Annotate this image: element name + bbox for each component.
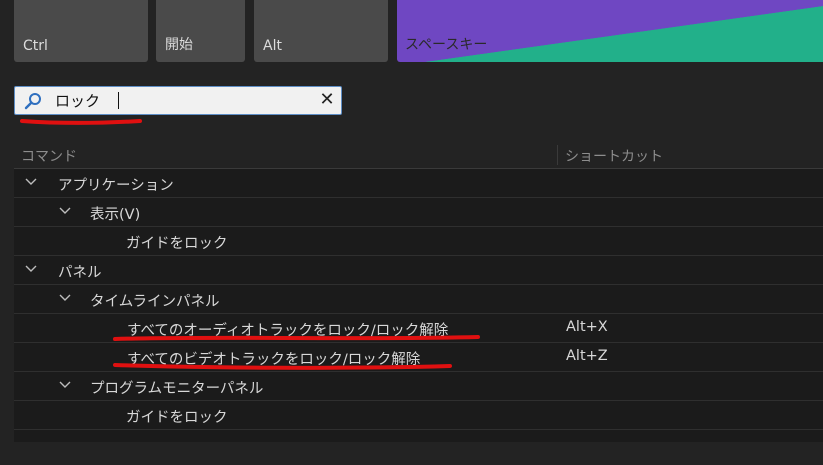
key-alt[interactable]: Alt xyxy=(254,0,388,62)
search-box[interactable]: ✕ xyxy=(14,86,342,115)
keyboard-keys: Ctrl 開始 Alt スペースキー xyxy=(0,0,823,64)
shortcut-value[interactable]: Alt+Z xyxy=(566,348,608,364)
table-row xyxy=(14,430,823,442)
tree-item-label: 表示(V) xyxy=(90,207,141,223)
key-label: スペースキー xyxy=(405,37,488,53)
key-label: 開始 xyxy=(165,37,193,53)
command-label: ガイドをロック xyxy=(126,410,228,426)
chevron-down-icon[interactable] xyxy=(24,262,38,276)
table-header: コマンド ショートカット xyxy=(14,142,823,169)
key-ctrl[interactable]: Ctrl xyxy=(14,0,148,62)
command-table: コマンド ショートカット アプリケーション 表示(V) ガイドをロック パネル … xyxy=(14,142,823,442)
table-row[interactable]: タイムラインパネル xyxy=(14,285,823,314)
tree-item-label: プログラムモニターパネル xyxy=(90,381,264,397)
table-row[interactable]: ガイドをロック xyxy=(14,227,823,256)
search-input[interactable] xyxy=(55,89,305,111)
annotation-underline xyxy=(20,119,142,125)
key-space[interactable]: スペースキー xyxy=(397,0,823,62)
chevron-down-icon[interactable] xyxy=(58,291,72,305)
key-label: Alt xyxy=(263,38,282,54)
text-caret xyxy=(118,92,119,109)
table-row[interactable]: ガイドをロック xyxy=(14,401,823,430)
search-icon xyxy=(24,93,41,110)
column-divider[interactable] xyxy=(557,145,558,165)
table-row[interactable]: アプリケーション xyxy=(14,169,823,198)
key-start[interactable]: 開始 xyxy=(156,0,245,62)
table-row[interactable]: プログラムモニターパネル xyxy=(14,372,823,401)
tree-item-label: アプリケーション xyxy=(58,178,174,194)
annotation-underline xyxy=(113,363,452,370)
key-label: Ctrl xyxy=(23,38,48,54)
chevron-down-icon[interactable] xyxy=(58,378,72,392)
table-row[interactable]: パネル xyxy=(14,256,823,285)
shortcut-value[interactable]: Alt+X xyxy=(566,319,608,335)
column-header-shortcut[interactable]: ショートカット xyxy=(565,146,663,166)
column-header-command[interactable]: コマンド xyxy=(21,146,77,166)
tree-item-label: パネル xyxy=(58,265,102,281)
close-icon[interactable]: ✕ xyxy=(317,90,337,110)
table-row[interactable]: 表示(V) xyxy=(14,198,823,227)
chevron-down-icon[interactable] xyxy=(58,204,72,218)
tree-item-label: タイムラインパネル xyxy=(90,294,220,310)
command-label: ガイドをロック xyxy=(126,236,228,252)
annotation-underline xyxy=(113,335,480,341)
chevron-down-icon[interactable] xyxy=(24,175,38,189)
